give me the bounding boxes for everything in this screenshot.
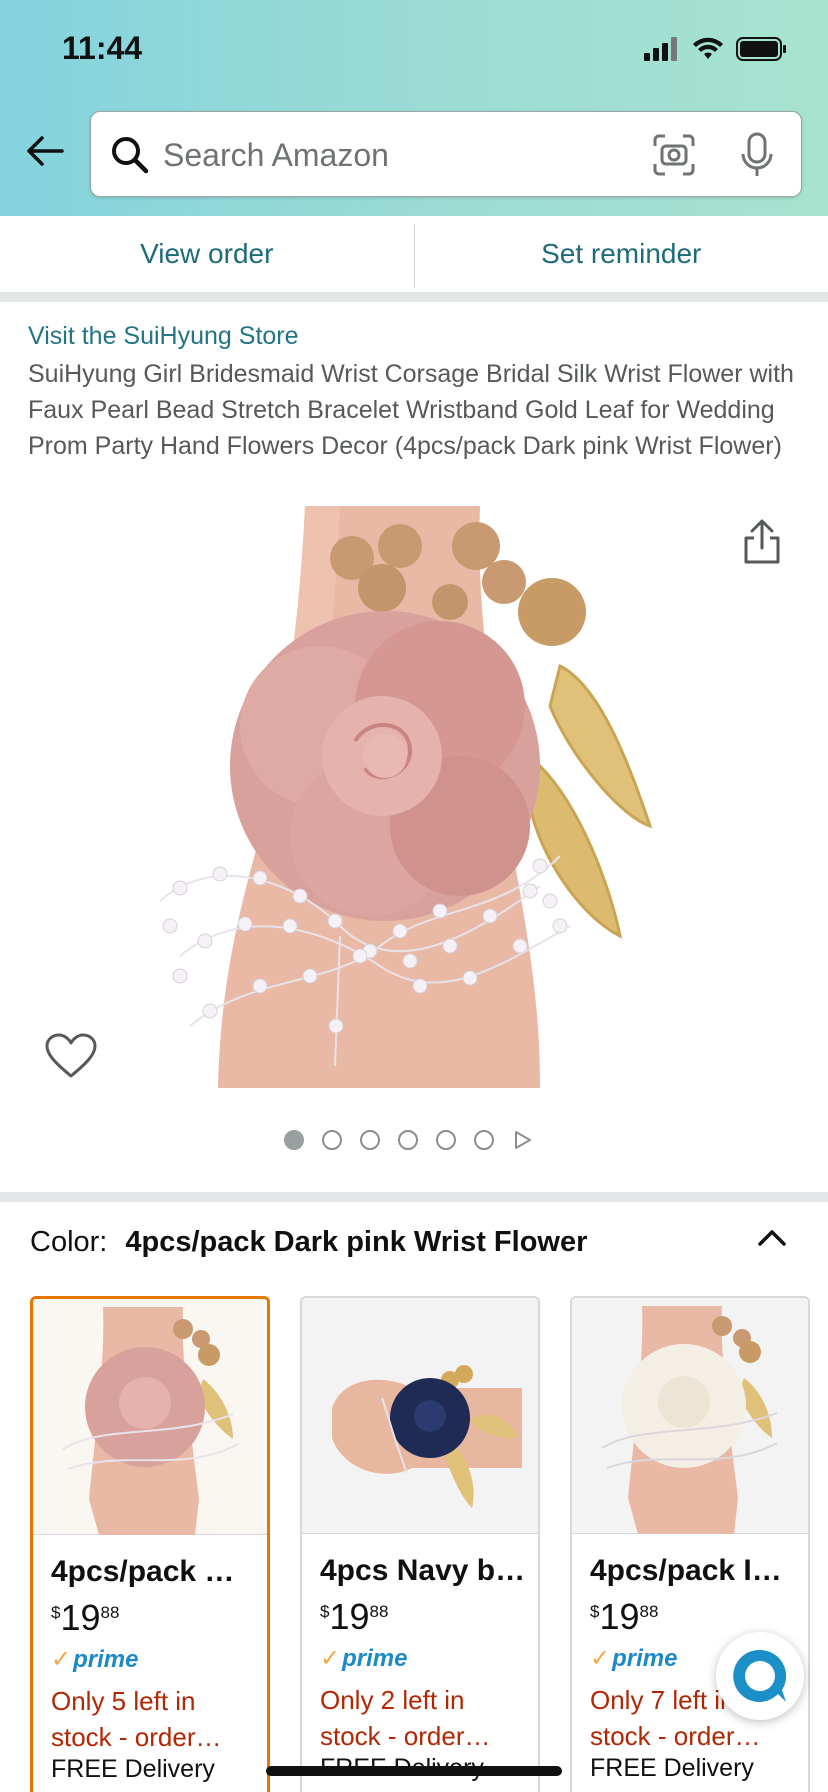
product-image[interactable] bbox=[120, 506, 710, 1088]
camera-scan-icon[interactable] bbox=[651, 132, 697, 178]
home-indicator bbox=[266, 1766, 562, 1776]
color-selector-row[interactable]: Color: 4pcs/pack Dark pink Wrist Flower bbox=[30, 1226, 587, 1259]
variant-name: 4pcs/pack … bbox=[51, 1555, 235, 1588]
chevron-up-icon[interactable] bbox=[756, 1226, 788, 1250]
stock-line: Only 2 left in bbox=[320, 1685, 465, 1715]
prime-label: prime bbox=[342, 1644, 408, 1672]
view-order-button[interactable]: View order bbox=[0, 216, 414, 292]
stock-line: stock - order… bbox=[51, 1722, 222, 1752]
stock-line: Only 7 left in bbox=[590, 1685, 735, 1715]
chat-assistant-button[interactable] bbox=[716, 1632, 804, 1720]
delivery-info: FREE Delivery bbox=[590, 1754, 754, 1782]
price-fraction: 88 bbox=[639, 1602, 659, 1621]
status-icons bbox=[644, 36, 788, 62]
variant-price: $ 19 88 bbox=[590, 1596, 658, 1638]
price-whole: 19 bbox=[329, 1596, 370, 1637]
set-reminder-button[interactable]: Set reminder bbox=[415, 216, 828, 292]
prime-label: prime bbox=[73, 1645, 139, 1673]
price-symbol: $ bbox=[51, 1603, 61, 1622]
prime-check-icon: ✓ bbox=[51, 1646, 72, 1673]
header-bar: 11:44 bbox=[0, 0, 828, 216]
share-icon[interactable] bbox=[740, 518, 784, 566]
variant-price: $ 19 88 bbox=[320, 1596, 388, 1638]
selected-color-value: 4pcs/pack Dark pink Wrist Flower bbox=[125, 1226, 588, 1258]
price-symbol: $ bbox=[320, 1602, 330, 1621]
color-label: Color: bbox=[30, 1226, 108, 1258]
store-link[interactable]: Visit the SuiHyung Store bbox=[28, 322, 299, 351]
carousel-dot[interactable] bbox=[474, 1130, 494, 1150]
price-fraction: 88 bbox=[100, 1603, 120, 1622]
carousel-dot[interactable] bbox=[436, 1130, 456, 1150]
video-play-icon[interactable] bbox=[512, 1130, 532, 1150]
wifi-icon bbox=[693, 37, 723, 59]
battery-icon bbox=[736, 37, 786, 61]
prime-badge: ✓ prime bbox=[590, 1644, 677, 1673]
section-divider bbox=[0, 1192, 828, 1202]
carousel-dot[interactable] bbox=[322, 1130, 342, 1150]
stock-warning: Only 2 left in stock - order… bbox=[320, 1682, 530, 1754]
delivery-info: FREE Delivery bbox=[51, 1755, 215, 1783]
search-bar[interactable] bbox=[90, 111, 802, 197]
price-whole: 19 bbox=[599, 1596, 640, 1637]
variant-card[interactable]: 4pcs/pack … $ 19 88 ✓ prime Only 5 left … bbox=[30, 1296, 270, 1792]
variant-image bbox=[302, 1298, 538, 1534]
order-actions-bar: View order Set reminder bbox=[0, 216, 828, 302]
variant-price: $ 19 88 bbox=[51, 1597, 119, 1639]
price-fraction: 88 bbox=[369, 1602, 389, 1621]
variant-image bbox=[572, 1298, 808, 1534]
variant-card[interactable]: 4pcs Navy b… $ 19 88 ✓ prime Only 2 left… bbox=[300, 1296, 540, 1792]
price-symbol: $ bbox=[590, 1602, 600, 1621]
stock-line: stock - order… bbox=[320, 1721, 491, 1751]
search-icon bbox=[112, 137, 149, 174]
chat-bubble-icon bbox=[733, 1649, 787, 1702]
prime-label: prime bbox=[612, 1644, 678, 1672]
prime-check-icon: ✓ bbox=[320, 1645, 341, 1672]
carousel-dot[interactable] bbox=[398, 1130, 418, 1150]
status-time: 11:44 bbox=[62, 30, 143, 66]
prime-check-icon: ✓ bbox=[590, 1645, 611, 1672]
heart-wishlist-icon[interactable] bbox=[44, 1032, 98, 1080]
price-whole: 19 bbox=[60, 1597, 101, 1638]
search-input[interactable] bbox=[163, 130, 623, 180]
variant-image bbox=[33, 1299, 267, 1535]
stock-line: Only 5 left in bbox=[51, 1686, 196, 1716]
microphone-icon[interactable] bbox=[735, 130, 779, 180]
signal-icon bbox=[644, 37, 677, 61]
stock-warning: Only 5 left in stock - order… bbox=[51, 1683, 261, 1755]
back-arrow-icon[interactable] bbox=[22, 128, 68, 174]
carousel-dot[interactable] bbox=[360, 1130, 380, 1150]
product-title: SuiHyung Girl Bridesmaid Wrist Corsage B… bbox=[28, 360, 794, 460]
stock-line: stock - order… bbox=[590, 1721, 761, 1751]
image-carousel-dots bbox=[284, 1130, 532, 1150]
carousel-dot[interactable] bbox=[284, 1130, 304, 1150]
variant-name: 4pcs Navy b… bbox=[320, 1554, 526, 1587]
prime-badge: ✓ prime bbox=[51, 1645, 138, 1674]
variant-name: 4pcs/pack I… bbox=[590, 1554, 782, 1587]
prime-badge: ✓ prime bbox=[320, 1644, 407, 1673]
